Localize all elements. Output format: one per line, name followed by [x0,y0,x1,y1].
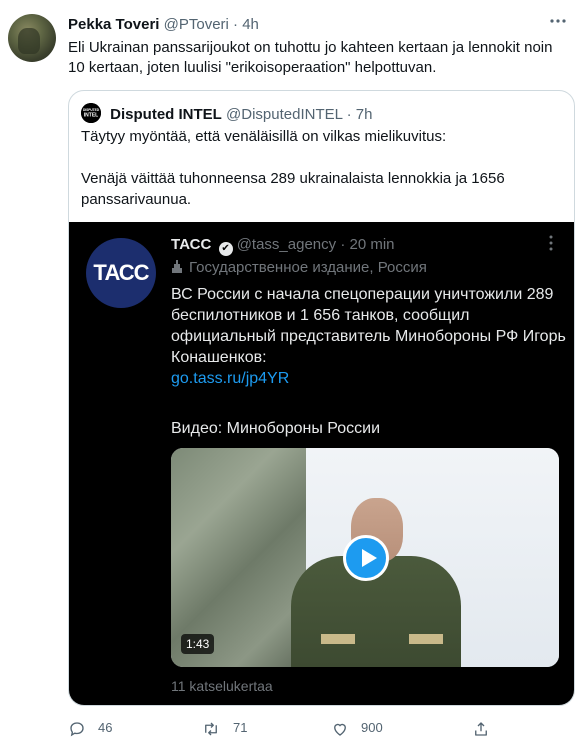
reply-count: 46 [98,720,113,735]
verified-icon: ✔ [218,242,233,256]
video-player[interactable]: 1:43 [171,448,559,667]
retweet-count: 71 [233,720,248,735]
more-icon[interactable] [549,12,567,35]
svg-text:INTEL: INTEL [84,113,98,119]
video-caption: Видео: Минобороны России [171,420,381,437]
embedded-author-name[interactable]: ТАСС [171,236,211,253]
tweet-header: Pekka Toveri @PToveri · 4h [68,15,259,35]
retweet-button[interactable]: 71 [201,716,247,740]
video-speaker [291,498,461,667]
tweet-text: Eli Ukrainan panssarijoukot on tuhottu j… [68,39,553,76]
like-count: 900 [361,720,383,735]
quoted-tweet-text: Täytyy myöntää, että venäläisillä on vil… [81,126,561,210]
embedded-tweet-header: ТАСС ✔ @tass_agency · 20 min [171,235,395,256]
separator: · [340,236,346,253]
state-media-text: Государственное издание, Россия [189,259,427,276]
embedded-more-icon[interactable] [544,234,558,257]
quoted-author-name[interactable]: Disputed INTEL [110,106,222,123]
author-name[interactable]: Pekka Toveri [68,16,159,33]
quoted-author-handle[interactable]: @DisputedINTEL [226,106,342,123]
reply-button[interactable]: 46 [68,716,112,740]
svg-text:DISPUTED: DISPUTED [83,108,100,112]
embedded-tweet-time[interactable]: 20 min [349,236,394,253]
view-count: 11 katselukertaa [171,678,273,694]
quoted-text-line-2: Venäjä väittää tuhonneensa 289 ukrainala… [81,170,505,208]
quoted-avatar: DISPUTED INTEL [81,103,101,123]
state-media-icon [171,260,183,274]
tweet-actions: 46 71 900 [68,716,578,740]
reply-icon [70,721,84,736]
quoted-tweet-time[interactable]: 7h [356,106,373,123]
embedded-tweet-text: ВС России с начала спецоперации уничтожи… [171,286,566,366]
embedded-tweet[interactable]: ТАСС ТАСС ✔ @tass_agency · 20 min Госуда… [69,222,574,705]
embedded-author-handle[interactable]: @tass_agency [237,236,336,253]
share-button[interactable] [472,716,502,740]
tweet-time[interactable]: 4h [242,16,259,33]
retweet-icon [205,722,217,736]
embedded-link[interactable]: go.tass.ru/jp4YR [171,368,289,389]
state-media-label[interactable]: Государственное издание, Россия [171,258,427,278]
separator: · [346,106,352,123]
separator: · [233,16,239,33]
author-handle[interactable]: @PToveri [164,16,229,33]
play-icon[interactable] [343,535,389,581]
tass-logo[interactable]: ТАСС [86,238,156,308]
share-icon [475,721,487,736]
video-duration: 1:43 [181,634,215,654]
like-icon [334,723,346,736]
quoted-text-line-1: Täytyy myöntää, että venäläisillä on vil… [81,128,447,145]
like-button[interactable]: 900 [331,716,383,740]
quoted-tweet[interactable]: DISPUTED INTEL Disputed INTEL @DisputedI… [68,90,575,706]
quoted-tweet-header: DISPUTED INTEL Disputed INTEL @DisputedI… [81,103,372,125]
avatar[interactable] [8,14,56,62]
